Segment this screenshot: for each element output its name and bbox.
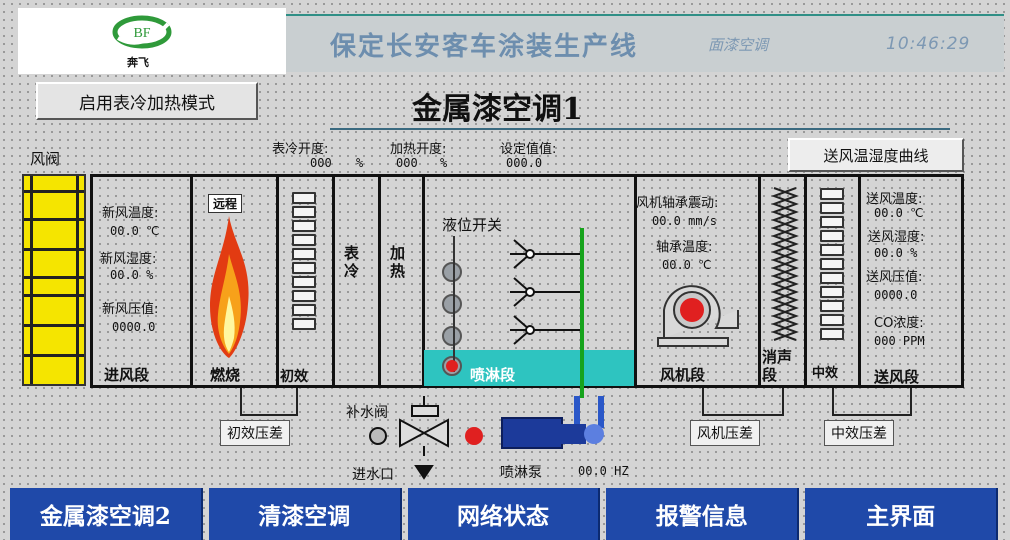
heater-section-name: 加热	[390, 244, 406, 280]
section-divider	[190, 174, 193, 388]
primary-filter-section-name: 初效	[280, 369, 308, 385]
spray-pump-frequency: 00.0 HZ	[578, 464, 629, 478]
line-subtitle: 面漆空调	[708, 36, 769, 54]
fan-vibration-label: 风机轴承震动:	[636, 196, 719, 211]
section-divider	[276, 174, 279, 388]
spray-pump-label: 喷淋泵	[500, 465, 542, 481]
brand-name: 奔飞	[127, 56, 149, 69]
nav-alarm-info[interactable]: 报警信息	[606, 488, 800, 540]
intake-section-name: 进风段	[104, 366, 150, 384]
section-divider	[804, 174, 807, 388]
supply-air-pressure-value: 0000.0	[874, 288, 918, 302]
cooler-section-name: 表冷	[344, 244, 360, 280]
heating-opening-label: 加热开度:	[390, 142, 447, 157]
burner-section-name: 燃烧	[210, 366, 241, 384]
heating-opening-value: 000	[396, 156, 418, 170]
heating-opening-unit: %	[440, 156, 448, 170]
co-concentration-value: 000 PPM	[874, 334, 925, 348]
supply-temp-humidity-curve-button[interactable]: 送风温湿度曲线	[788, 138, 964, 172]
nav-main-screen[interactable]: 主界面	[805, 488, 998, 540]
section-divider	[378, 174, 381, 388]
supply-air-pressure-label: 送风压值:	[866, 270, 923, 285]
alarm-lamp-icon	[446, 360, 458, 372]
water-inlet-label: 进水口	[352, 467, 394, 483]
fan-dp-gauge[interactable]: 风机压差	[690, 420, 760, 446]
spray-pump-icon[interactable]	[494, 396, 624, 460]
page-title: 金属漆空调1	[412, 92, 583, 127]
supply-air-temp-label: 送风温度:	[866, 192, 923, 207]
section-divider	[858, 174, 861, 388]
air-damper[interactable]	[22, 174, 86, 386]
silencer-baffle-icon	[771, 187, 799, 341]
primary-filter-dp-gauge[interactable]: 初效压差	[220, 420, 290, 446]
enable-cool-heat-mode-button[interactable]: 启用表冷加热模式	[36, 82, 258, 120]
company-logo: BF 奔飞	[18, 8, 286, 74]
cooling-opening-label: 表冷开度:	[272, 142, 329, 157]
supply-air-humidity-label: 送风湿度:	[868, 230, 925, 245]
fan-icon[interactable]	[654, 280, 740, 350]
remote-tag: 远程	[208, 194, 243, 213]
nav-clearcoat-ac[interactable]: 清漆空调	[208, 488, 402, 540]
spray-nozzle-icon	[510, 239, 580, 345]
supply-section-name: 送风段	[874, 368, 920, 386]
primary-filter-coil	[292, 192, 316, 342]
float-rod	[453, 236, 455, 372]
co-concentration-label: CO浓度:	[874, 316, 924, 331]
bearing-temp-label: 轴承温度:	[656, 240, 713, 255]
setpoint-label: 设定值值:	[500, 142, 557, 157]
spray-section-name: 喷淋段	[470, 366, 516, 384]
fresh-air-humidity-label: 新风湿度:	[100, 252, 157, 267]
level-switch-label: 液位开关	[442, 216, 503, 234]
title-divider	[330, 128, 950, 130]
fan-vibration-value: 00.0 mm/s	[652, 214, 718, 228]
svg-text:BF: BF	[133, 26, 150, 41]
clock: 10:46:29	[886, 34, 971, 54]
bf-logo-icon: BF	[112, 15, 172, 49]
bottom-navigation: 金属漆空调2 清漆空调 网络状态 报警信息 主界面	[10, 488, 998, 540]
fresh-air-temp-value: 00.0 ℃	[110, 224, 160, 238]
medium-filter-dp-gauge[interactable]: 中效压差	[824, 420, 894, 446]
section-divider	[332, 174, 335, 388]
supply-air-humidity-value: 00.0 %	[874, 246, 918, 260]
cooling-opening-value: 000	[310, 156, 332, 170]
medium-filter-coil	[820, 188, 844, 340]
fresh-air-temp-label: 新风温度:	[102, 206, 159, 221]
medium-filter-section-name: 中效	[812, 366, 839, 381]
flame-icon	[210, 216, 249, 358]
production-line-title: 保定长安客车涂装生产线	[330, 32, 639, 62]
fan-section-name: 风机段	[660, 366, 706, 384]
damper-label: 风阀	[30, 150, 61, 168]
setpoint-value: 000.0	[506, 156, 543, 170]
silencer-section-name: 消声段	[762, 348, 793, 384]
fresh-air-humidity-value: 00.0 %	[110, 268, 154, 282]
supply-air-temp-value: 00.0 ℃	[874, 206, 924, 220]
section-divider	[758, 174, 761, 388]
nav-metallic-ac-2[interactable]: 金属漆空调2	[10, 488, 203, 540]
fresh-air-pressure-value: 0000.0	[112, 320, 156, 334]
fresh-air-pressure-label: 新风压值:	[102, 302, 159, 317]
cooling-opening-unit: %	[356, 156, 364, 170]
nav-network-status[interactable]: 网络状态	[407, 488, 601, 540]
bearing-temp-value: 00.0 ℃	[662, 258, 712, 272]
